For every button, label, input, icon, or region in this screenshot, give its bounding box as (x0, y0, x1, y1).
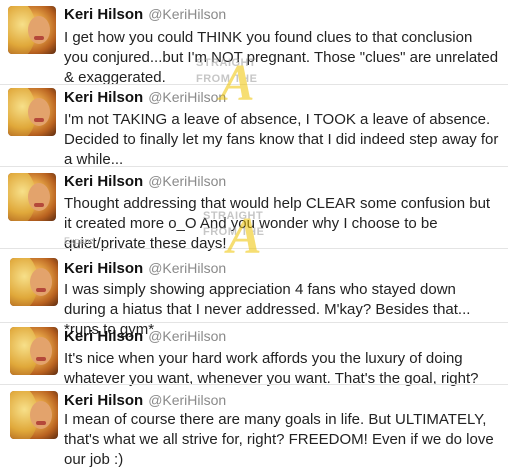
author-handle[interactable]: @KeriHilson (148, 89, 226, 105)
tweet-text: I mean of course there are many goals in… (64, 411, 494, 468)
author-name[interactable]: Keri Hilson (64, 328, 143, 345)
divider (0, 84, 508, 85)
tweet-text: I get how you could THINK you found clue… (64, 29, 499, 86)
divider (0, 166, 508, 167)
author-name[interactable]: Keri Hilson (64, 89, 143, 106)
author-handle[interactable]: @KeriHilson (148, 260, 226, 276)
author-name[interactable]: Keri Hilson (64, 6, 143, 23)
avatar[interactable] (10, 391, 58, 439)
author-handle[interactable]: @KeriHilson (148, 392, 226, 408)
author-handle[interactable]: @KeriHilson (148, 328, 226, 344)
author-name[interactable]: Keri Hilson (64, 173, 143, 190)
author-handle[interactable]: @KeriHilson (148, 173, 226, 189)
tweet-text: I'm not TAKING a leave of absence, I TOO… (64, 111, 499, 168)
avatar[interactable] (10, 327, 58, 375)
divider (0, 384, 508, 385)
avatar[interactable] (10, 258, 58, 306)
expand-link[interactable]: Expand (64, 236, 95, 246)
avatar[interactable] (8, 173, 56, 221)
tweet-text: Thought addressing that would help CLEAR… (64, 195, 491, 252)
divider (0, 248, 508, 249)
avatar[interactable] (8, 6, 56, 54)
author-handle[interactable]: @KeriHilson (148, 6, 226, 22)
tweet-text: It's nice when your hard work affords yo… (64, 350, 479, 387)
author-name[interactable]: Keri Hilson (64, 260, 143, 277)
divider (0, 322, 508, 323)
author-name[interactable]: Keri Hilson (64, 392, 143, 409)
avatar[interactable] (8, 88, 56, 136)
